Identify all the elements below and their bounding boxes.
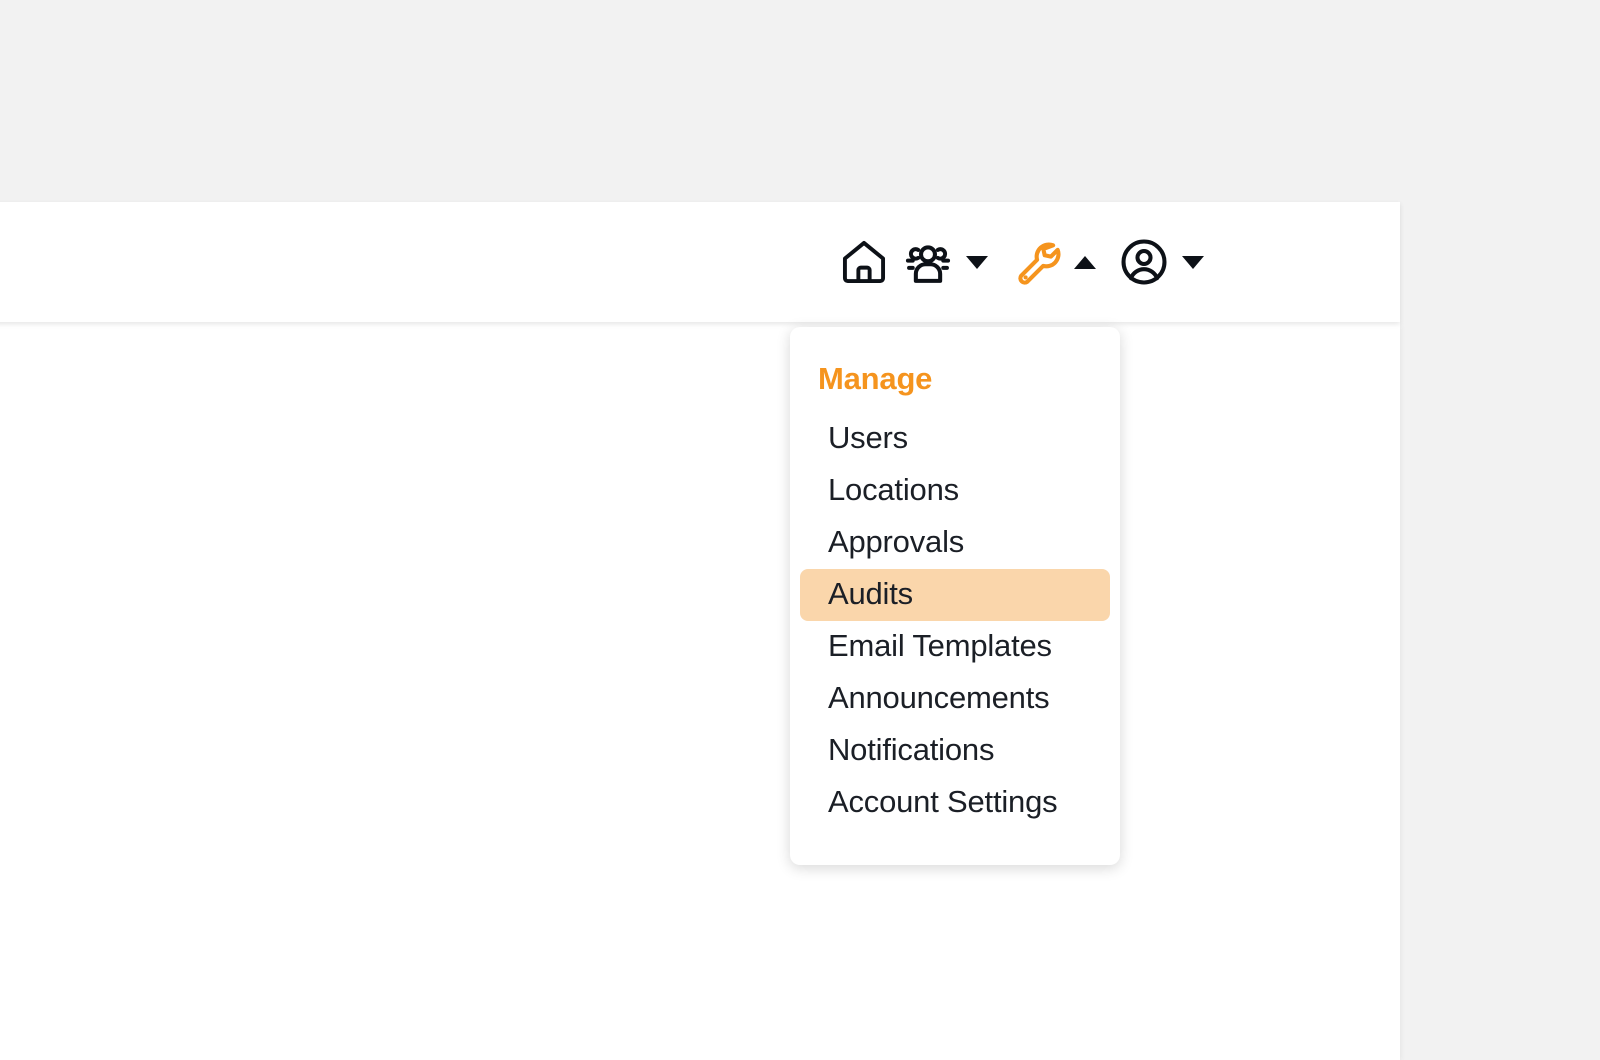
top-navigation-bar — [0, 202, 1400, 322]
wrench-icon[interactable] — [1004, 230, 1068, 294]
chevron-up-icon-tools[interactable] — [1074, 255, 1096, 269]
user-circle-icon[interactable] — [1112, 230, 1176, 294]
app-window: Manage Users Locations Approvals Audits … — [0, 202, 1400, 1060]
nav-item-people[interactable] — [896, 202, 1004, 322]
menu-item-users[interactable]: Users — [800, 413, 1110, 465]
manage-dropdown-menu: Manage Users Locations Approvals Audits … — [790, 327, 1120, 865]
menu-item-account-settings[interactable]: Account Settings — [800, 777, 1110, 829]
nav-item-account[interactable] — [1112, 202, 1220, 322]
nav-icon-group — [832, 202, 1220, 322]
dropdown-heading: Manage — [818, 361, 933, 396]
people-group-icon[interactable] — [896, 230, 960, 294]
menu-item-approvals[interactable]: Approvals — [800, 517, 1110, 569]
chevron-down-icon-people[interactable] — [966, 255, 988, 269]
home-icon[interactable] — [832, 230, 896, 294]
menu-item-notifications[interactable]: Notifications — [800, 725, 1110, 777]
menu-item-audits[interactable]: Audits — [800, 569, 1110, 621]
menu-item-email-templates[interactable]: Email Templates — [800, 621, 1110, 673]
menu-item-locations[interactable]: Locations — [800, 465, 1110, 517]
nav-item-home[interactable] — [832, 202, 896, 322]
main-content-area — [0, 322, 1400, 1060]
nav-item-tools[interactable] — [1004, 202, 1112, 322]
chevron-down-icon-account[interactable] — [1182, 255, 1204, 269]
menu-item-announcements[interactable]: Announcements — [800, 673, 1110, 725]
